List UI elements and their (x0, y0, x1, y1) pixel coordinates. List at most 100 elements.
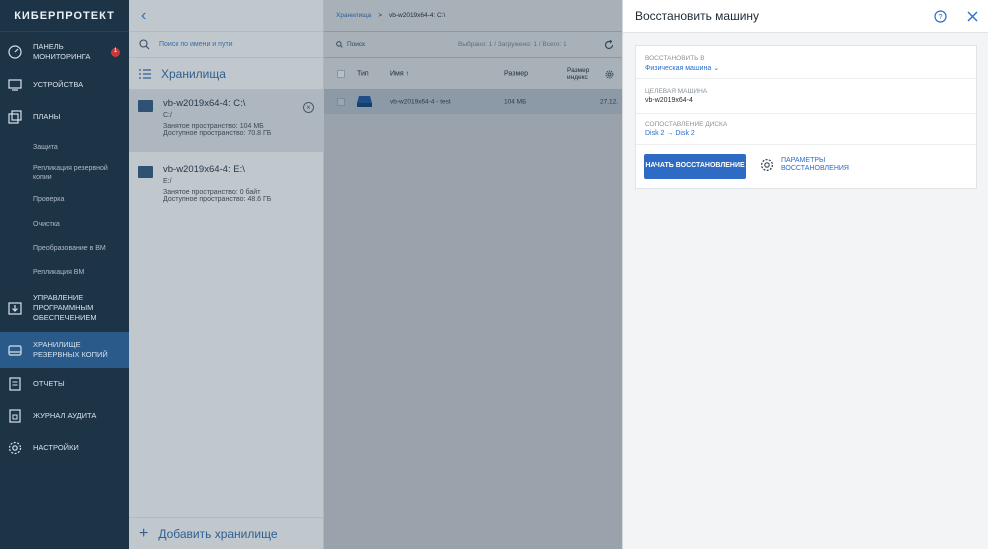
main-search-input[interactable]: Поиск (347, 41, 365, 48)
nav-backup-storage[interactable]: ХРАНИЛИЩЕ РЕЗЕРВНЫХ КОПИЙ (0, 332, 129, 368)
column-name[interactable]: Имя ↑ (390, 70, 409, 77)
restore-to-value: Физическая машина (645, 65, 712, 72)
nav-devices-label: УСТРОЙСТВА (33, 80, 84, 90)
table-row[interactable]: vb-w2019x64-4 - test 104 МБ 27.12. (324, 90, 622, 114)
nav-dashboard[interactable]: ПАНЕЛЬ МОНИТОРИНГА 1 (0, 40, 129, 64)
alert-badge: 1 (111, 47, 120, 57)
vault-search-placeholder: Поиск по имени и пути (159, 41, 233, 48)
storage-icon (8, 345, 22, 356)
vault-free: Доступное пространство: 70.8 ГБ (163, 130, 272, 137)
search-icon (139, 39, 150, 50)
list-icon (139, 68, 151, 79)
select-all-checkbox[interactable] (337, 69, 345, 78)
start-recovery-button[interactable]: НАЧАТЬ ВОССТАНОВЛЕНИЕ (644, 154, 746, 179)
audit-log-icon (9, 409, 21, 423)
nav-plans-label: ПЛАНЫ (33, 112, 61, 122)
breadcrumb-current: vb-w2019x64-4: C:\ (388, 12, 446, 19)
backups-main: Хранилища > vb-w2019x64-4: C:\ Поиск Выб… (324, 0, 622, 549)
folder-icon (138, 166, 153, 178)
column-size[interactable]: Размер (504, 70, 528, 77)
nav-sub-convert-vm[interactable]: Преобразование в ВМ (33, 244, 106, 253)
vaults-title-text: Хранилища (161, 66, 226, 81)
folder-icon (138, 100, 153, 112)
restore-to-field[interactable]: ВОССТАНОВИТЬ В Физическая машина ⌄ (636, 46, 976, 79)
main-nav: КИБЕРПРОТЕКТ ПАНЕЛЬ МОНИТОРИНГА 1 УСТРОЙ… (0, 0, 129, 549)
restore-machine-panel: Восстановить машину ? ВОССТАНОВИТЬ В Физ… (622, 0, 988, 549)
target-machine-value: vb-w2019x64-4 (645, 97, 693, 104)
nav-software-label: УПРАВЛЕНИЕ ПРОГРАММНЫМ ОБЕСПЕЧЕНИЕМ (33, 293, 97, 322)
vault-path: C:/ (163, 112, 172, 119)
breadcrumb: Хранилища > vb-w2019x64-4: C:\ (324, 0, 622, 32)
svg-text:?: ? (938, 12, 942, 21)
target-machine-field: ЦЕЛЕВАЯ МАШИНА vb-w2019x64-4 (636, 79, 976, 114)
nav-sub-cleanup[interactable]: Очистка (33, 220, 60, 229)
monitor-icon (8, 79, 22, 91)
panel-title: Восстановить машину (635, 9, 760, 23)
disk-mapping-link[interactable]: Disk 2 → Disk 2 (645, 130, 976, 137)
nav-sub-validation[interactable]: Проверка (33, 195, 64, 204)
add-vault-button[interactable]: + Добавить хранилище (129, 517, 324, 549)
nav-sub-vm-replication[interactable]: Репликация ВМ (33, 268, 84, 277)
nav-settings-label: НАСТРОЙКИ (33, 443, 79, 453)
disk-icon (357, 96, 372, 107)
backup-name: vb-w2019x64-4 - test (390, 98, 451, 105)
vault-used: Занятое пространство: 0 байт (163, 189, 261, 196)
nav-sub-replication[interactable]: Репликация резервной копии (33, 164, 123, 182)
vault-path: E:/ (163, 178, 172, 185)
disk-mapping-field[interactable]: СОПОСТАВЛЕНИЕ ДИСКА Disk 2 → Disk 2 (636, 114, 976, 145)
column-type[interactable]: Тип (357, 70, 369, 77)
target-machine-label: ЦЕЛЕВАЯ МАШИНА (645, 88, 708, 95)
nav-reports-label: ОТЧЕТЫ (33, 379, 65, 389)
vault-used: Занятое пространство: 104 МБ (163, 123, 264, 130)
chevron-down-icon: ⌄ (713, 65, 720, 72)
breadcrumb-root[interactable]: Хранилища (336, 12, 371, 19)
recovery-options-label: ПАРАМЕТРЫ ВОССТАНОВЛЕНИЯ (781, 157, 849, 173)
plus-icon: + (139, 524, 149, 542)
search-icon (336, 41, 343, 48)
vault-name: vb-w2019x64-4: C:\ (163, 98, 246, 109)
restore-options-card: ВОССТАНОВИТЬ В Физическая машина ⌄ ЦЕЛЕВ… (635, 45, 977, 189)
gauge-icon (8, 45, 22, 59)
row-checkbox[interactable] (337, 97, 345, 106)
breadcrumb-separator: > (378, 12, 382, 19)
chevron-left-icon: ‹ (141, 6, 147, 24)
gear-icon[interactable] (605, 70, 614, 79)
vault-search-input[interactable]: Поиск по имени и пути (129, 32, 323, 58)
nav-audit-log[interactable]: ЖУРНАЛ АУДИТА (0, 407, 129, 425)
restore-to-label: ВОССТАНОВИТЬ В (645, 55, 705, 62)
help-icon[interactable]: ? (934, 10, 947, 23)
software-icon (8, 302, 22, 315)
recovery-options-button[interactable]: ПАРАМЕТРЫ ВОССТАНОВЛЕНИЯ (760, 157, 851, 174)
back-button[interactable]: ‹ (129, 0, 323, 32)
plans-icon (8, 110, 22, 124)
gear-icon (8, 441, 22, 455)
nav-backup-storage-label: ХРАНИЛИЩЕ РЕЗЕРВНЫХ КОПИЙ (33, 340, 108, 359)
nav-plans[interactable]: ПЛАНЫ (0, 108, 129, 126)
nav-audit-log-label: ЖУРНАЛ АУДИТА (33, 411, 97, 421)
restore-to-dropdown[interactable]: Физическая машина ⌄ (645, 64, 976, 72)
vaults-panel: ‹ Поиск по имени и пути Хранилища vb-w20… (129, 0, 324, 549)
close-icon[interactable]: × (303, 102, 314, 113)
disk-mapping-label: СОПОСТАВЛЕНИЕ ДИСКА (645, 121, 728, 128)
gear-icon (760, 159, 774, 172)
vault-item[interactable]: vb-w2019x64-4: C:\ C:/ Занятое пространс… (129, 90, 324, 152)
vault-item[interactable]: vb-w2019x64-4: E:\ E:/ Занятое пространс… (129, 158, 324, 218)
nav-software-management[interactable]: УПРАВЛЕНИЕ ПРОГРАММНЫМ ОБЕСПЕЧЕНИЕМ (0, 290, 129, 326)
refresh-icon[interactable] (604, 39, 614, 50)
close-icon[interactable] (966, 10, 979, 23)
brand-logo: КИБЕРПРОТЕКТ (0, 0, 129, 32)
reports-icon (9, 377, 21, 391)
backup-size: 104 МБ (504, 98, 527, 105)
nav-devices[interactable]: УСТРОЙСТВА (0, 76, 129, 94)
nav-reports[interactable]: ОТЧЕТЫ (0, 375, 129, 393)
main-toolbar: Поиск Выбрано: 1 / Загружено: 1 / Всего:… (324, 32, 622, 58)
nav-sub-protection[interactable]: Защита (33, 143, 58, 152)
vault-name: vb-w2019x64-4: E:\ (163, 164, 245, 175)
column-index-size[interactable]: Размер индекс (567, 66, 593, 80)
nav-dashboard-label: ПАНЕЛЬ МОНИТОРИНГА (33, 42, 91, 61)
vault-free: Доступное пространство: 48.6 ГБ (163, 196, 272, 203)
backup-date: 27.12. (600, 98, 619, 105)
panel-header: Восстановить машину ? (623, 0, 988, 33)
nav-settings[interactable]: НАСТРОЙКИ (0, 439, 129, 457)
table-header: Тип Имя ↑ Размер Размер индекс (324, 58, 622, 90)
